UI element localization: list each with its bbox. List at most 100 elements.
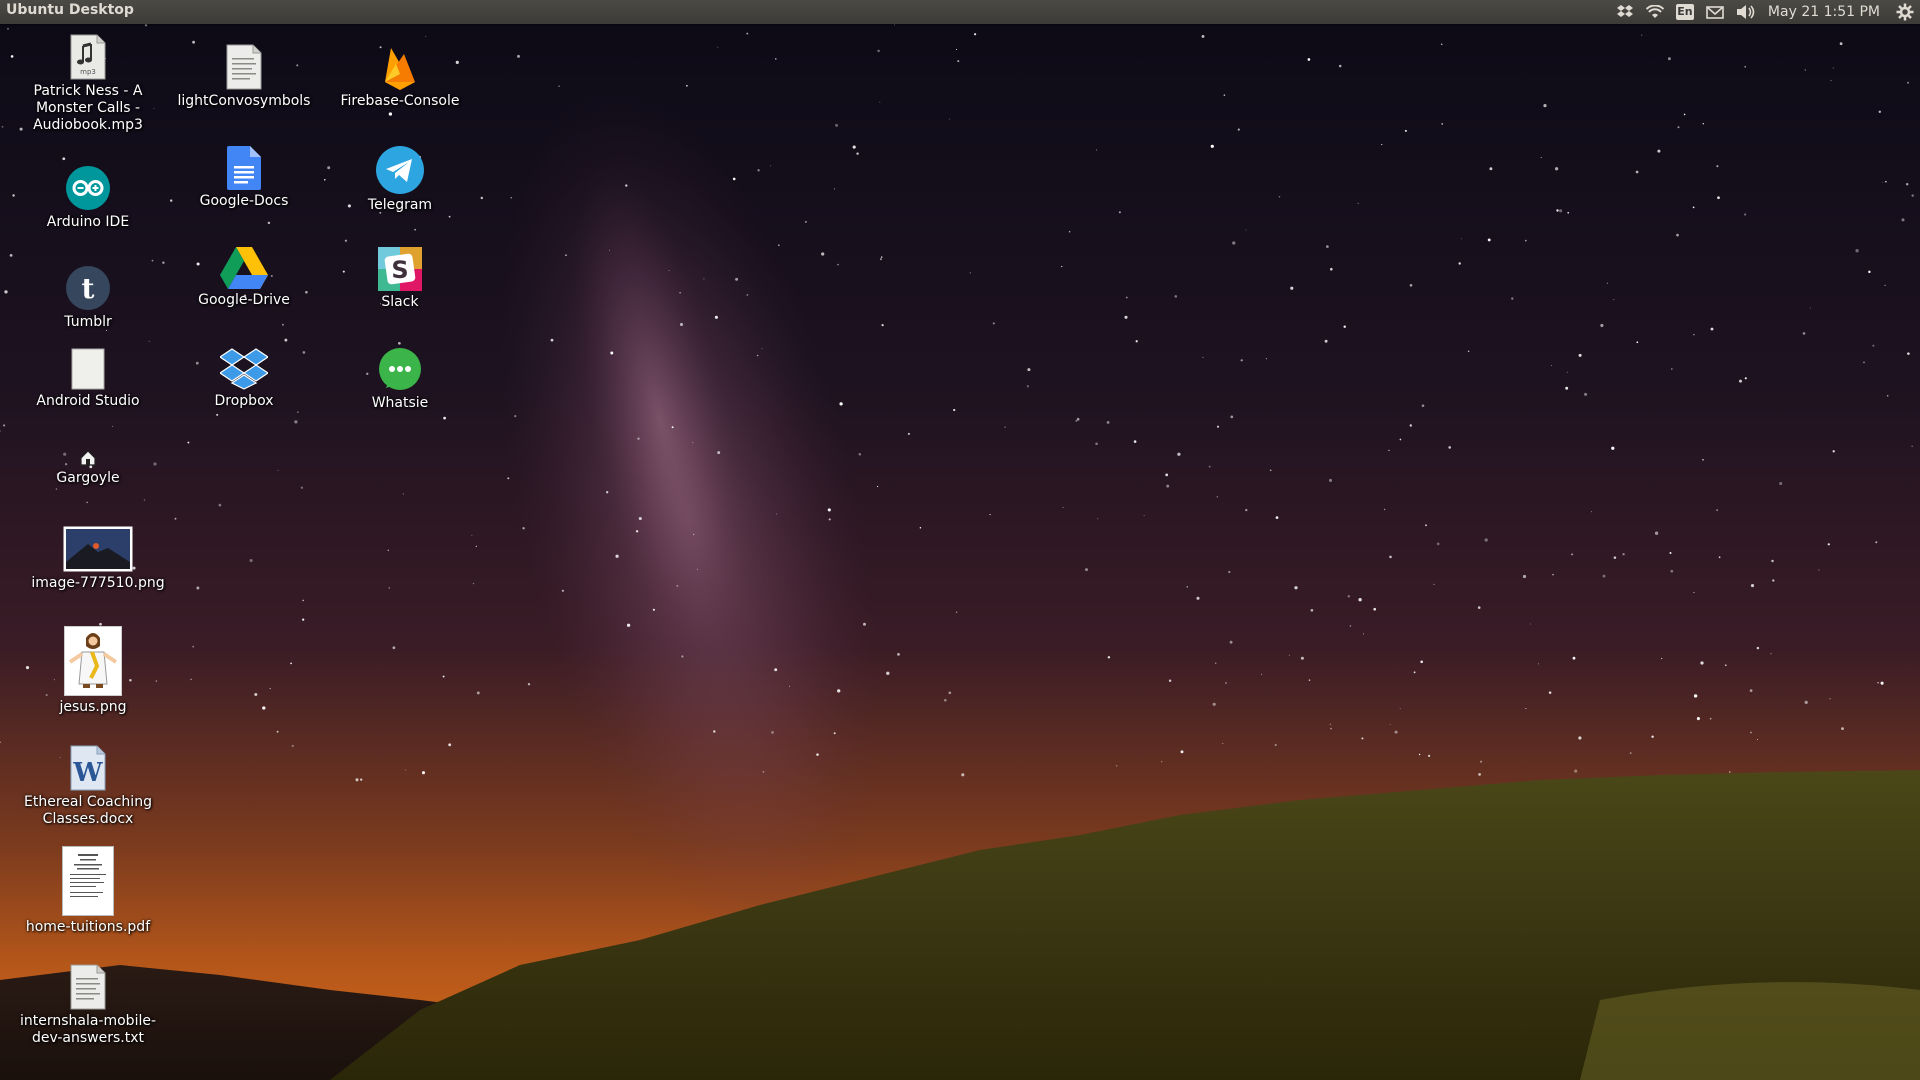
star <box>1210 144 1214 148</box>
star <box>1538 663 1539 665</box>
keyboard-layout-icon[interactable]: En <box>1675 0 1694 24</box>
star <box>1613 556 1617 559</box>
star <box>637 437 640 440</box>
star <box>1911 445 1913 447</box>
star <box>1215 662 1217 664</box>
star <box>1548 691 1552 694</box>
session-gear-icon[interactable] <box>1896 0 1914 24</box>
star <box>9 254 13 257</box>
star <box>608 249 610 251</box>
star <box>757 169 760 172</box>
star <box>961 773 965 777</box>
star <box>1460 238 1462 240</box>
star <box>174 517 177 520</box>
mp3-file-icon: mp3 <box>69 34 107 80</box>
star <box>1180 750 1184 754</box>
desktop-icon-ethereal-coaching[interactable]: W Ethereal Coaching Classes.docx <box>18 745 158 828</box>
desktop-icon-audiobook[interactable]: mp3 Patrick Ness - A Monster Calls - Aud… <box>18 34 158 134</box>
star <box>1222 742 1224 744</box>
gargoyle-icon <box>79 447 97 467</box>
star <box>1373 607 1376 611</box>
star <box>476 691 480 695</box>
star <box>881 324 884 327</box>
star <box>879 101 881 103</box>
star <box>1641 34 1643 36</box>
star <box>1622 553 1625 556</box>
desktop-icon-label: Google-Drive <box>198 292 290 308</box>
star <box>1872 344 1875 347</box>
star <box>1228 570 1231 574</box>
star <box>1551 365 1553 366</box>
desktop-icon-internshala-answers[interactable]: internshala-mobile- dev-answers.txt <box>18 964 158 1047</box>
star <box>1068 230 1071 233</box>
desktop-icon-dropbox[interactable]: Dropbox <box>174 348 314 410</box>
star <box>550 338 554 342</box>
star <box>1349 625 1352 627</box>
desktop-icon-whatsie[interactable]: Whatsie <box>330 348 470 412</box>
star <box>1216 425 1220 428</box>
star <box>1300 656 1304 660</box>
desktop-icon-google-docs[interactable]: Google-Docs <box>174 146 314 210</box>
desktop-icon-firebase-console[interactable]: Firebase-Console <box>330 46 470 110</box>
desktop-icon-telegram[interactable]: Telegram <box>330 146 470 214</box>
mail-icon[interactable] <box>1706 0 1724 24</box>
star <box>816 753 819 756</box>
desktop-icon-android-studio[interactable]: Android Studio <box>18 348 158 410</box>
star <box>1901 218 1905 222</box>
star <box>1394 730 1398 734</box>
desktop-icon-google-drive[interactable]: Google-Drive <box>174 247 314 309</box>
star <box>771 730 774 734</box>
star <box>1738 379 1743 383</box>
star <box>1884 284 1886 286</box>
desktop-icon-image-777510[interactable]: image-777510.png <box>28 526 168 592</box>
svg-text:S: S <box>391 256 408 284</box>
star <box>1484 538 1488 542</box>
star <box>1165 473 1169 477</box>
star <box>1223 94 1226 96</box>
desktop-icon-arduino-ide[interactable]: Arduino IDE <box>18 165 158 231</box>
star <box>1133 440 1137 443</box>
star <box>269 687 271 690</box>
star <box>1670 569 1674 573</box>
dropbox-icon[interactable] <box>1616 0 1634 24</box>
star <box>732 177 736 181</box>
star <box>1383 508 1386 511</box>
star <box>1404 129 1407 132</box>
star <box>1779 481 1783 486</box>
star <box>192 645 195 648</box>
star <box>1229 640 1233 644</box>
star <box>1750 731 1752 734</box>
star <box>7 27 9 30</box>
star <box>425 35 427 37</box>
star <box>1310 608 1314 612</box>
desktop-icon-gargoyle[interactable]: Gargoyle <box>18 447 158 487</box>
star <box>714 315 719 319</box>
star <box>1565 386 1569 390</box>
star <box>681 655 684 658</box>
star <box>1886 395 1889 397</box>
star <box>148 340 150 342</box>
desktop-icon-home-tuitions[interactable]: home-tuitions.pdf <box>18 846 158 936</box>
svg-text:W: W <box>72 758 103 788</box>
volume-icon[interactable] <box>1736 0 1756 24</box>
star <box>638 516 642 521</box>
star <box>1177 452 1181 456</box>
star <box>398 341 401 345</box>
star <box>1613 299 1615 301</box>
star <box>3 424 6 427</box>
star <box>1802 332 1806 335</box>
desktop-icon-lightconvosymbols[interactable]: lightConvosymbols <box>174 44 314 110</box>
star <box>769 165 771 167</box>
clock[interactable]: May 21 1:51 PM <box>1768 4 1880 20</box>
desktop-icon-tumblr[interactable]: t Tumblr <box>18 265 158 331</box>
star <box>1584 392 1588 396</box>
wifi-icon[interactable] <box>1645 0 1664 24</box>
star <box>789 685 790 687</box>
desktop-icon-jesus[interactable]: jesus.png <box>23 626 163 716</box>
star <box>12 194 15 197</box>
star <box>1338 64 1342 68</box>
star <box>1161 761 1163 763</box>
desktop-icon-slack[interactable]: S Slack <box>330 247 470 311</box>
star <box>1636 341 1639 344</box>
star <box>387 549 390 552</box>
